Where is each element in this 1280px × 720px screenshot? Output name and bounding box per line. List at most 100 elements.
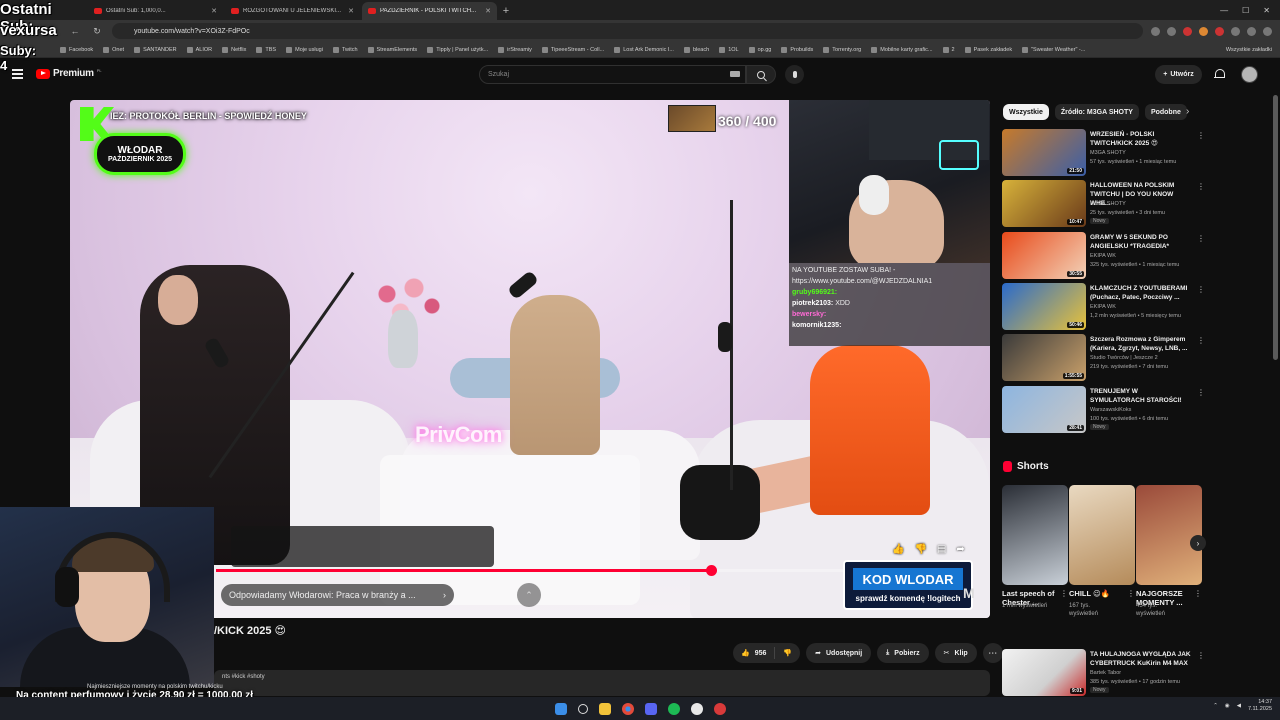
bookmark-item[interactable]: Twitch — [332, 46, 358, 53]
chip-source[interactable]: Źródło: M3GA SHOTY — [1054, 104, 1139, 120]
more-vert-icon[interactable]: ⋮ — [1197, 182, 1205, 191]
voice-search-button[interactable] — [785, 65, 804, 84]
more-vert-icon[interactable]: ⋮ — [1060, 589, 1068, 598]
recommendation-item[interactable]: 28:41 TRENUJEMY W SYMULATORACH STAROŚCI! W… — [1002, 386, 1205, 434]
browser-tab[interactable]: ROZGOTOWANI U JELENIEWSKI... ✕ — [225, 2, 360, 20]
chrome-icon[interactable] — [621, 702, 634, 715]
chip-all[interactable]: Wszystkie — [1003, 104, 1049, 120]
youtube-logo[interactable]: Premium PL — [36, 68, 102, 79]
more-vert-icon[interactable]: ⋮ — [1197, 285, 1205, 294]
dislike-icon[interactable]: 👎 — [914, 544, 926, 555]
obs-icon[interactable] — [690, 702, 703, 715]
recommendation-item[interactable]: 10:47 HALLOWEEN NA POLSKIM TWITCHU | DO Y… — [1002, 180, 1205, 228]
tab-close-icon[interactable]: ✕ — [485, 7, 491, 15]
bookmark-item[interactable]: "Sweater Weather" -... — [1022, 46, 1085, 53]
recommendation-item[interactable]: 21:50 WRZESIEŃ - POLSKI TWITCH/KICK 2025 … — [1002, 129, 1205, 177]
bookmark-item[interactable]: 2 — [942, 46, 955, 53]
discord-icon[interactable] — [644, 702, 657, 715]
all-bookmarks-button[interactable]: Wszystkie zakładki — [1226, 47, 1280, 53]
download-button[interactable]: ⤓ Pobierz — [877, 643, 929, 663]
recommendation-item[interactable]: 1:55:55 Szczera Rozmowa z Gimperem (Karie… — [1002, 334, 1205, 382]
bookmark-item[interactable]: irStreamiy — [498, 46, 532, 53]
search-input[interactable]: Szukaj — [479, 65, 746, 84]
chip-related[interactable]: Podobne — [1144, 104, 1187, 120]
clock[interactable]: 14:37 7.11.2025 — [1248, 699, 1272, 713]
notifications-bell-icon[interactable] — [1214, 69, 1225, 80]
tray-chevron-icon[interactable]: ⌃ — [1213, 703, 1218, 709]
bookmark-item[interactable]: bleach — [683, 46, 709, 53]
short-thumbnail[interactable] — [1069, 485, 1135, 585]
more-actions-button[interactable]: ⋯ — [982, 643, 1003, 663]
more-vert-icon[interactable]: ⋮ — [1197, 651, 1205, 660]
more-vert-icon[interactable]: ⋮ — [1197, 388, 1205, 397]
tab-close-icon[interactable]: ✕ — [211, 7, 217, 15]
extension-icon[interactable] — [1183, 26, 1192, 36]
bookmark-item[interactable]: Moje usługi — [286, 46, 323, 53]
maximize-icon[interactable]: ☐ — [1242, 6, 1249, 15]
chevron-up-icon[interactable]: ⌃ — [517, 583, 541, 607]
page-scrollbar[interactable] — [1273, 95, 1278, 360]
volume-icon[interactable]: ◀ — [1237, 703, 1241, 709]
more-vert-icon[interactable]: ⋮ — [1194, 589, 1202, 598]
like-button[interactable]: 👍 956 — [733, 643, 774, 663]
progress-bar[interactable] — [216, 565, 843, 576]
recommendation-item[interactable]: 50:46 KLAMCZUCH Z YOUTUBERAMI (Puchacz, P… — [1002, 283, 1205, 331]
reload-icon[interactable]: ↻ — [90, 26, 104, 37]
create-button[interactable]: + Utwórz — [1155, 65, 1202, 84]
bookmark-item[interactable]: Onet — [103, 46, 124, 53]
tab-close-icon[interactable]: ✕ — [348, 7, 354, 15]
network-icon[interactable]: ◉ — [1225, 703, 1230, 709]
account-avatar[interactable] — [1241, 66, 1258, 83]
browser-tab[interactable]: Ostatni Sub: 1,000,0... ✕ — [88, 2, 223, 20]
app-icon[interactable] — [713, 702, 726, 715]
extension-icon[interactable] — [1167, 26, 1176, 36]
description-box[interactable]: nts #kick #shoty — [214, 670, 990, 696]
bookmark-item[interactable]: SANTANDER — [134, 46, 177, 53]
short-title[interactable]: CHILL 😉🔥 — [1069, 589, 1127, 598]
back-icon[interactable]: ← — [68, 26, 82, 36]
minimize-icon[interactable]: — — [1220, 6, 1228, 15]
more-vert-icon[interactable]: ⋮ — [1197, 336, 1205, 345]
search-button[interactable] — [746, 65, 776, 84]
extension-icon[interactable] — [1215, 26, 1224, 36]
bookmark-item[interactable]: Tipply | Panel użytk... — [427, 46, 488, 53]
bookmark-item[interactable]: Torrenty.org — [823, 46, 861, 53]
extension-icon[interactable] — [1231, 26, 1240, 36]
recommendation-item[interactable]: 30:55 GRAMY W 5 SEKUND PO ANGIELSKU *TRAG… — [1002, 232, 1205, 280]
extension-icon[interactable] — [1199, 26, 1208, 36]
profile-icon[interactable] — [1247, 26, 1256, 36]
bookmark-item[interactable]: ALIOR — [186, 46, 212, 53]
bookmark-item[interactable]: Facebook — [60, 46, 93, 53]
bookmark-item[interactable]: op.gg — [748, 46, 771, 53]
dislike-button[interactable]: 👎 — [775, 643, 800, 663]
bookmark-item[interactable]: Netflix — [222, 46, 246, 53]
bookmark-item[interactable]: Pasek zakładek — [964, 46, 1012, 53]
recommendation-item[interactable]: 9:01 TA HULAJNOGA WYGLĄDA JAK CYBERTRUCK… — [1002, 649, 1205, 696]
spotify-icon[interactable] — [667, 702, 680, 715]
bookmark-item[interactable]: TBS — [256, 46, 276, 53]
clip-button[interactable]: ✂ Klip — [934, 643, 977, 663]
windows-start-icon[interactable] — [554, 702, 567, 715]
bookmark-item[interactable]: Lost Ark Demonic I... — [614, 46, 674, 53]
chapter-button[interactable]: Odpowiadamy Włodarowi: Praca w branży a … — [221, 584, 454, 606]
short-thumbnail[interactable] — [1136, 485, 1202, 585]
menu-dots-icon[interactable] — [1263, 26, 1272, 36]
search-icon[interactable] — [577, 703, 588, 714]
file-explorer-icon[interactable] — [598, 702, 611, 715]
keyboard-icon[interactable] — [730, 71, 740, 77]
shorts-next-button[interactable]: › — [1190, 535, 1206, 551]
bookmark-item[interactable]: Mobilne karty grafic... — [871, 46, 933, 53]
close-window-icon[interactable]: ✕ — [1263, 6, 1270, 15]
new-tab-button[interactable]: + — [497, 2, 515, 20]
bookmark-item[interactable]: 1OL — [719, 46, 739, 53]
share-button[interactable]: ➦ Udostępnij — [806, 643, 872, 663]
comment-icon[interactable]: ▤ — [937, 544, 946, 555]
browser-tab-active[interactable]: PAŹDZIERNIK - POLSKI TWITCH... ✕ — [362, 2, 497, 20]
chevron-right-icon[interactable]: › — [1186, 106, 1189, 117]
more-vert-icon[interactable]: ⋮ — [1197, 234, 1205, 243]
share-icon[interactable]: ➦ — [956, 544, 964, 555]
url-field[interactable]: youtube.com/watch?v=XOi3Z-FdPOc — [112, 23, 1143, 39]
like-icon[interactable]: 👍 — [892, 544, 904, 555]
bookmark-item[interactable]: TipeeeStream - Coll... — [541, 46, 604, 53]
bookmark-item[interactable]: StreamElements — [367, 46, 417, 53]
